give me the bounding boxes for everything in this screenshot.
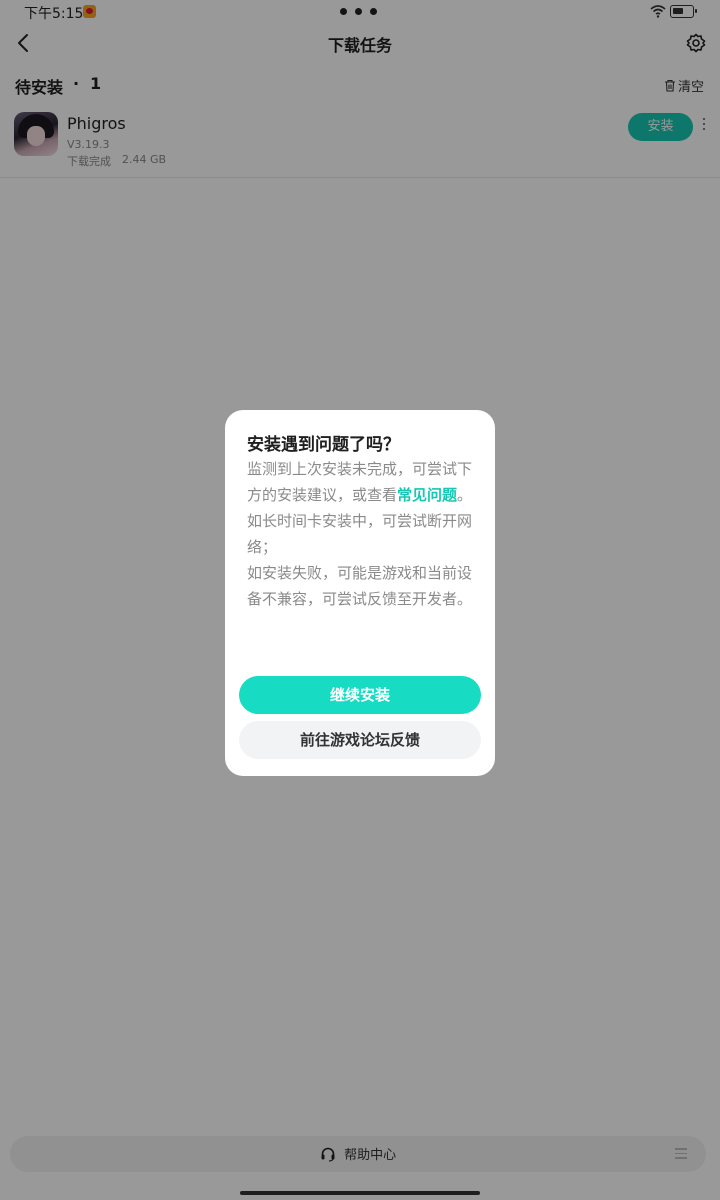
dialog-text-2: 如长时间卡安装中，可尝试断开网络； xyxy=(247,512,473,556)
forum-feedback-button[interactable]: 前往游戏论坛反馈 xyxy=(239,721,481,759)
dialog-body: 监测到上次安装未完成，可尝试下方的安装建议，或查看常见问题。 如长时间卡安装中，… xyxy=(247,456,479,612)
dialog-text-3: 如安装失败，可能是游戏和当前设备不兼容，可尝试反馈至开发者。 xyxy=(247,564,473,608)
dialog-text-1-end: 。 xyxy=(457,486,473,504)
continue-install-button[interactable]: 继续安装 xyxy=(239,676,481,714)
faq-link[interactable]: 常见问题 xyxy=(397,486,457,504)
dialog-title: 安装遇到问题了吗？ xyxy=(247,435,400,455)
install-problem-dialog: 安装遇到问题了吗？ 监测到上次安装未完成，可尝试下方的安装建议，或查看常见问题。… xyxy=(225,410,495,776)
